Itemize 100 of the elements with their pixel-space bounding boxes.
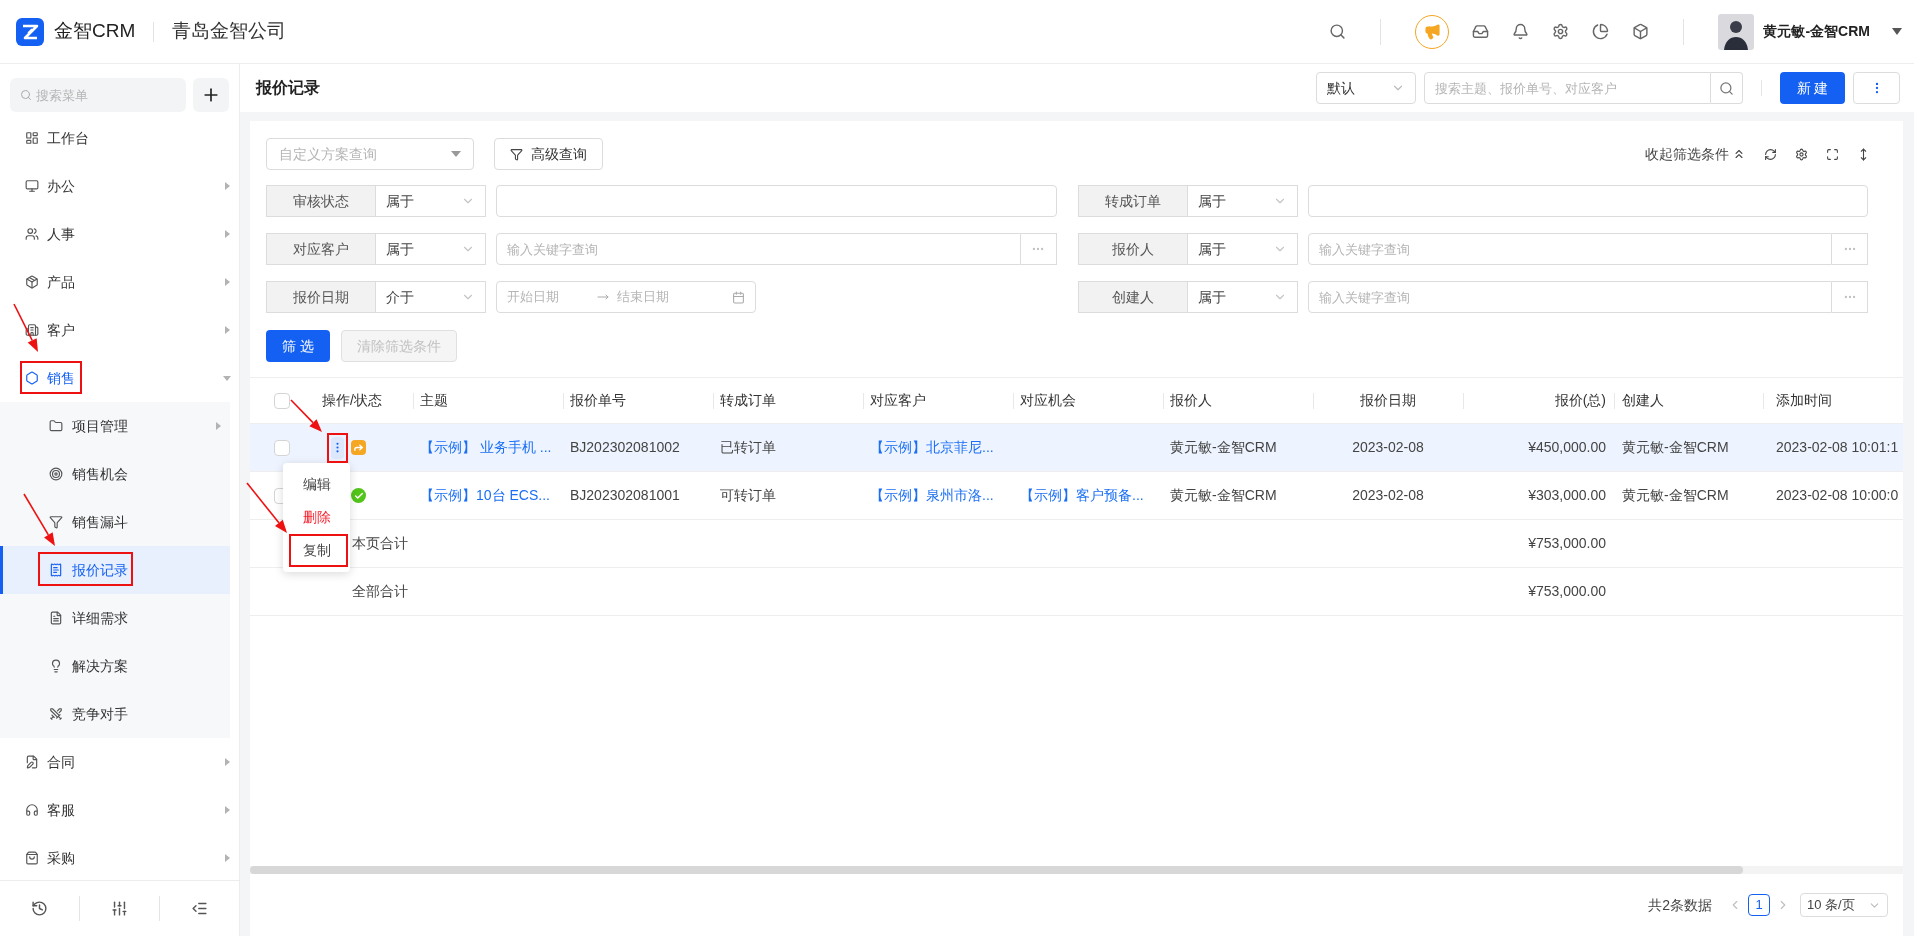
- operator-select[interactable]: 属于: [376, 185, 486, 217]
- column-header[interactable]: 报价单号: [570, 390, 626, 411]
- table-cell-text: BJ202302081002: [570, 438, 680, 457]
- column-header[interactable]: 对应机会: [1020, 390, 1076, 411]
- dashboard-icon: [25, 131, 39, 145]
- caret-icon: [223, 758, 231, 766]
- apply-filter-button[interactable]: 筛 选: [266, 330, 330, 362]
- funnel-icon: [49, 515, 63, 529]
- settings-button[interactable]: [1552, 23, 1570, 40]
- view-select[interactable]: 默认: [1316, 72, 1416, 104]
- row-checkbox[interactable]: [274, 439, 290, 456]
- record-link[interactable]: 【示例】客户预备...: [1020, 485, 1144, 506]
- caret-icon: [451, 150, 461, 158]
- column-header[interactable]: 报价日期: [1360, 390, 1416, 411]
- total-label: 本页合计: [352, 534, 408, 553]
- refresh-button[interactable]: [1764, 147, 1777, 161]
- sliders-icon: [111, 900, 128, 917]
- record-link[interactable]: 【示例】北京菲尼...: [870, 437, 994, 458]
- operator-select[interactable]: 属于: [1187, 233, 1298, 265]
- inbox-button[interactable]: [1472, 23, 1490, 40]
- page-size-select[interactable]: 10 条/页: [1800, 893, 1888, 917]
- sidebar-item[interactable]: 销售: [0, 354, 239, 402]
- filter-value-field[interactable]: 输入关键字查询: [1307, 281, 1832, 313]
- collapse-filters-button[interactable]: 收起筛选条件: [1645, 143, 1746, 165]
- menu-search-field[interactable]: 搜索菜单: [10, 78, 186, 112]
- menu-item[interactable]: 复制: [283, 534, 350, 567]
- table-cell-text: BJ202302081001: [570, 486, 680, 505]
- filter-label: 审核状态: [266, 185, 376, 217]
- column-header[interactable]: 对应客户: [870, 390, 926, 411]
- operator-select[interactable]: 属于: [1187, 281, 1298, 313]
- table-cell-text: 2023-02-08: [1352, 438, 1424, 457]
- record-link[interactable]: 【示例】10台 ECS...: [420, 485, 550, 506]
- settings-button[interactable]: [1795, 147, 1808, 161]
- sidebar-item[interactable]: 合同: [0, 738, 239, 786]
- operator-select[interactable]: 属于: [376, 233, 486, 265]
- column-header[interactable]: 添加时间: [1776, 390, 1832, 411]
- table-cell-text: ¥303,000.00: [1528, 486, 1606, 505]
- row-checkbox[interactable]: [274, 392, 290, 409]
- calendar-icon: [732, 290, 745, 304]
- sidebar-item[interactable]: 采购: [0, 834, 239, 880]
- page-button[interactable]: 1: [1748, 894, 1770, 916]
- filter-value-field[interactable]: [1307, 185, 1868, 217]
- new-button[interactable]: 新 建: [1780, 72, 1845, 104]
- logo-icon: [16, 17, 44, 46]
- sidebar-item[interactable]: 人事: [0, 210, 239, 258]
- folder-icon: [49, 419, 63, 433]
- package-icon: [25, 275, 39, 289]
- search-button[interactable]: [1329, 23, 1347, 40]
- horizontal-scrollbar[interactable]: [250, 866, 1903, 874]
- fullscreen-button[interactable]: [1826, 147, 1839, 161]
- table-row[interactable]: 【示例】 业务手机 ... BJ202302081002 已转订单 【示例】北京菲尼... 黄元敏-金智CRM 2023-02-08 ¥450,000.00 黄元敏-金智CRM 2023-02-08 10:01:1: [250, 424, 1903, 472]
- column-header[interactable]: 转成订单: [720, 390, 776, 411]
- box-button[interactable]: [1632, 23, 1650, 40]
- company-name: 青岛金智公司: [172, 19, 287, 44]
- collapse-menu-icon: [191, 900, 208, 917]
- bell-icon: [1512, 23, 1530, 40]
- fullscreen-icon: [1826, 147, 1839, 161]
- caret-icon: [223, 182, 231, 190]
- pie-chart-button[interactable]: [1592, 23, 1610, 40]
- filter-value-field[interactable]: 输入关键字查询: [1307, 233, 1832, 265]
- add-button[interactable]: [193, 78, 229, 112]
- user-name: 黄元敏-金智CRM: [1763, 22, 1870, 41]
- sidebar-item[interactable]: 产品: [0, 258, 239, 306]
- record-link[interactable]: 【示例】泉州市洛...: [870, 485, 994, 506]
- column-header[interactable]: 报价人: [1170, 390, 1212, 411]
- sidebar-item[interactable]: 客服: [0, 786, 239, 834]
- filter-value-field[interactable]: [496, 185, 1057, 217]
- table-cell-text: 2023-02-08 10:00:0: [1776, 486, 1899, 505]
- column-header[interactable]: 操作/状态: [322, 390, 382, 411]
- filter-value-field[interactable]: 输入关键字查询: [496, 233, 1021, 265]
- receipt-icon: [49, 563, 63, 577]
- operator-select[interactable]: 介于: [376, 281, 486, 313]
- sidebar-item[interactable]: 项目管理: [0, 402, 230, 450]
- table-cell-text: 黄元敏-金智CRM: [1622, 438, 1729, 457]
- annotation-arrow: [247, 483, 287, 533]
- caret-icon: [223, 278, 231, 286]
- sidebar-item[interactable]: 解决方案: [0, 642, 230, 690]
- sidebar-item[interactable]: 客户: [0, 306, 239, 354]
- building-icon: [25, 323, 39, 337]
- sidebar-item[interactable]: 工作台: [0, 114, 239, 162]
- record-link[interactable]: 【示例】 业务手机 ...: [420, 437, 552, 458]
- sidebar-item[interactable]: 报价记录: [0, 546, 230, 594]
- column-header[interactable]: 报价(总): [1554, 390, 1606, 411]
- search-button[interactable]: [1711, 72, 1743, 104]
- bell-button[interactable]: [1512, 23, 1530, 40]
- total-amount: ¥753,000.00: [1528, 582, 1606, 601]
- funnel-icon: [510, 147, 523, 161]
- sidebar-item[interactable]: 详细需求: [0, 594, 230, 642]
- advanced-search-button[interactable]: 高级查询: [494, 138, 603, 170]
- sidebar-item[interactable]: 办公: [0, 162, 239, 210]
- search-icon: [1719, 80, 1734, 96]
- filter-label: 报价人: [1077, 233, 1188, 265]
- column-header[interactable]: 创建人: [1622, 390, 1664, 411]
- column-header[interactable]: 主题: [420, 390, 448, 411]
- sidebar-item[interactable]: 竞争对手: [0, 690, 230, 738]
- operator-select[interactable]: 属于: [1187, 185, 1298, 217]
- sidebar-item[interactable]: 销售机会: [0, 450, 230, 498]
- people-icon: [25, 227, 39, 241]
- sidebar-item[interactable]: 销售漏斗: [0, 498, 230, 546]
- record-search-field[interactable]: 搜索主题、报价单号、对应客户: [1424, 72, 1711, 104]
